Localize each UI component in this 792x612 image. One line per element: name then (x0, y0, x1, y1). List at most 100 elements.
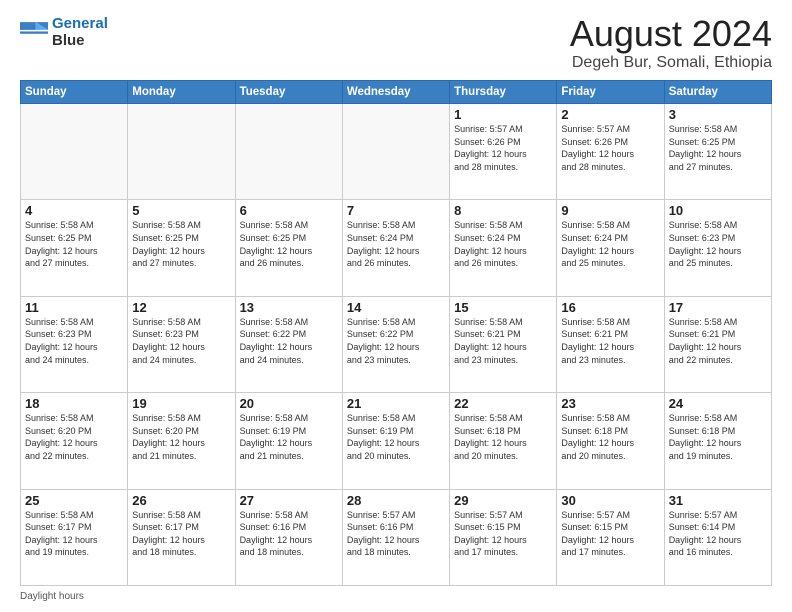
calendar-cell: 5Sunrise: 5:58 AM Sunset: 6:25 PM Daylig… (128, 200, 235, 296)
day-info: Sunrise: 5:58 AM Sunset: 6:22 PM Dayligh… (347, 316, 445, 366)
day-info: Sunrise: 5:58 AM Sunset: 6:18 PM Dayligh… (454, 412, 552, 462)
calendar-cell: 20Sunrise: 5:58 AM Sunset: 6:19 PM Dayli… (235, 393, 342, 489)
day-number: 25 (25, 493, 123, 508)
calendar-cell: 27Sunrise: 5:58 AM Sunset: 6:16 PM Dayli… (235, 489, 342, 585)
week-row-2: 4Sunrise: 5:58 AM Sunset: 6:25 PM Daylig… (21, 200, 772, 296)
day-number: 16 (561, 300, 659, 315)
day-number: 1 (454, 107, 552, 122)
day-info: Sunrise: 5:58 AM Sunset: 6:22 PM Dayligh… (240, 316, 338, 366)
day-info: Sunrise: 5:57 AM Sunset: 6:26 PM Dayligh… (454, 123, 552, 173)
footer-label: Daylight hours (20, 591, 84, 602)
calendar-cell: 30Sunrise: 5:57 AM Sunset: 6:15 PM Dayli… (557, 489, 664, 585)
calendar-cell: 16Sunrise: 5:58 AM Sunset: 6:21 PM Dayli… (557, 296, 664, 392)
weekday-header-thursday: Thursday (450, 81, 557, 104)
day-info: Sunrise: 5:58 AM Sunset: 6:18 PM Dayligh… (561, 412, 659, 462)
day-number: 9 (561, 203, 659, 218)
logo: General Blue (20, 16, 108, 49)
calendar-cell: 12Sunrise: 5:58 AM Sunset: 6:23 PM Dayli… (128, 296, 235, 392)
week-row-4: 18 Sunrise: 5:58 AM Sunset: 6:20 PM Dayli… (21, 393, 772, 489)
calendar-cell: 1Sunrise: 5:57 AM Sunset: 6:26 PM Daylig… (450, 104, 557, 200)
day-info: Sunrise: 5:58 AM Sunset: 6:17 PM Dayligh… (132, 509, 230, 559)
week-row-3: 11Sunrise: 5:58 AM Sunset: 6:23 PM Dayli… (21, 296, 772, 392)
weekday-header-saturday: Saturday (664, 81, 771, 104)
day-number: 3 (669, 107, 767, 122)
day-number: 5 (132, 203, 230, 218)
calendar-cell: 18Sunrise: 5:58 AM Sunset: 6:20 PM Dayli… (21, 393, 128, 489)
day-info: Sunrise: 5:58 AM Sunset: 6:25 PM Dayligh… (25, 219, 123, 269)
day-number: 24 (669, 396, 767, 411)
calendar-cell: 10Sunrise: 5:58 AM Sunset: 6:23 PM Dayli… (664, 200, 771, 296)
calendar-cell: 29Sunrise: 5:57 AM Sunset: 6:15 PM Dayli… (450, 489, 557, 585)
weekday-header-tuesday: Tuesday (235, 81, 342, 104)
day-number: 26 (132, 493, 230, 508)
day-info: Sunrise: 5:58 AM Sunset: 6:24 PM Dayligh… (454, 219, 552, 269)
day-info: Sunrise: 5:58 AM Sunset: 6:21 PM Dayligh… (669, 316, 767, 366)
weekday-header-sunday: Sunday (21, 81, 128, 104)
calendar-cell: 31Sunrise: 5:57 AM Sunset: 6:14 PM Dayli… (664, 489, 771, 585)
day-number: 31 (669, 493, 767, 508)
day-number: 13 (240, 300, 338, 315)
day-info: Sunrise: 5:58 AM Sunset: 6:20 PM Dayligh… (132, 412, 230, 462)
day-info: Sunrise: 5:58 AM Sunset: 6:23 PM Dayligh… (25, 316, 123, 366)
calendar-cell: 7Sunrise: 5:58 AM Sunset: 6:24 PM Daylig… (342, 200, 449, 296)
calendar-cell: 24Sunrise: 5:58 AM Sunset: 6:18 PM Dayli… (664, 393, 771, 489)
day-number: 7 (347, 203, 445, 218)
day-info: Sunrise: 5:58 AM Sunset: 6:24 PM Dayligh… (347, 219, 445, 269)
day-number: 4 (25, 203, 123, 218)
day-number: 30 (561, 493, 659, 508)
day-info: Sunrise: 5:58 AM Sunset: 6:23 PM Dayligh… (132, 316, 230, 366)
calendar-cell: 11Sunrise: 5:58 AM Sunset: 6:23 PM Dayli… (21, 296, 128, 392)
calendar-cell: 17Sunrise: 5:58 AM Sunset: 6:21 PM Dayli… (664, 296, 771, 392)
calendar-cell: 28Sunrise: 5:57 AM Sunset: 6:16 PM Dayli… (342, 489, 449, 585)
week-row-5: 25Sunrise: 5:58 AM Sunset: 6:17 PM Dayli… (21, 489, 772, 585)
day-info: Sunrise: 5:58 AM Sunset: 6:18 PM Dayligh… (669, 412, 767, 462)
day-number: 14 (347, 300, 445, 315)
calendar-cell: 9Sunrise: 5:58 AM Sunset: 6:24 PM Daylig… (557, 200, 664, 296)
day-number: 18 (25, 396, 123, 411)
calendar-cell: 4Sunrise: 5:58 AM Sunset: 6:25 PM Daylig… (21, 200, 128, 296)
calendar-cell: 25Sunrise: 5:58 AM Sunset: 6:17 PM Dayli… (21, 489, 128, 585)
calendar-cell: 2Sunrise: 5:57 AM Sunset: 6:26 PM Daylig… (557, 104, 664, 200)
calendar-cell: 14Sunrise: 5:58 AM Sunset: 6:22 PM Dayli… (342, 296, 449, 392)
calendar-cell: 23Sunrise: 5:58 AM Sunset: 6:18 PM Dayli… (557, 393, 664, 489)
calendar-cell: 19Sunrise: 5:58 AM Sunset: 6:20 PM Dayli… (128, 393, 235, 489)
calendar-cell: 6Sunrise: 5:58 AM Sunset: 6:25 PM Daylig… (235, 200, 342, 296)
day-number: 11 (25, 300, 123, 315)
calendar-cell: 8Sunrise: 5:58 AM Sunset: 6:24 PM Daylig… (450, 200, 557, 296)
day-info: Sunrise: 5:58 AM Sunset: 6:25 PM Dayligh… (669, 123, 767, 173)
calendar-cell: 22Sunrise: 5:58 AM Sunset: 6:18 PM Dayli… (450, 393, 557, 489)
day-number: 8 (454, 203, 552, 218)
top-section: General Blue August 2024 Degeh Bur, Soma… (20, 16, 772, 72)
weekday-header-row: SundayMondayTuesdayWednesdayThursdayFrid… (21, 81, 772, 104)
day-number: 23 (561, 396, 659, 411)
calendar-cell (21, 104, 128, 200)
weekday-header-wednesday: Wednesday (342, 81, 449, 104)
calendar-cell (128, 104, 235, 200)
day-number: 22 (454, 396, 552, 411)
day-number: 28 (347, 493, 445, 508)
calendar-cell: 21Sunrise: 5:58 AM Sunset: 6:19 PM Dayli… (342, 393, 449, 489)
header-right: August 2024 Degeh Bur, Somali, Ethiopia (570, 16, 772, 72)
week-row-1: 1Sunrise: 5:57 AM Sunset: 6:26 PM Daylig… (21, 104, 772, 200)
day-number: 20 (240, 396, 338, 411)
day-number: 29 (454, 493, 552, 508)
day-info: Sunrise: 5:57 AM Sunset: 6:15 PM Dayligh… (561, 509, 659, 559)
day-info: Sunrise: 5:57 AM Sunset: 6:15 PM Dayligh… (454, 509, 552, 559)
calendar-cell: 3Sunrise: 5:58 AM Sunset: 6:25 PM Daylig… (664, 104, 771, 200)
day-info: Sunrise: 5:58 AM Sunset: 6:21 PM Dayligh… (561, 316, 659, 366)
day-number: 12 (132, 300, 230, 315)
day-info: Sunrise: 5:58 AM Sunset: 6:16 PM Dayligh… (240, 509, 338, 559)
weekday-header-monday: Monday (128, 81, 235, 104)
day-info: Sunrise: 5:58 AM Sunset: 6:21 PM Dayligh… (454, 316, 552, 366)
day-info: Sunrise: 5:58 AM Sunset: 6:17 PM Dayligh… (25, 509, 123, 559)
day-number: 10 (669, 203, 767, 218)
day-number: 19 (132, 396, 230, 411)
day-info: Sunrise: 5:58 AM Sunset: 6:19 PM Dayligh… (347, 412, 445, 462)
day-info: Sunrise: 5:57 AM Sunset: 6:14 PM Dayligh… (669, 509, 767, 559)
page: General Blue August 2024 Degeh Bur, Soma… (0, 0, 792, 612)
calendar-cell: 26Sunrise: 5:58 AM Sunset: 6:17 PM Dayli… (128, 489, 235, 585)
weekday-header-friday: Friday (557, 81, 664, 104)
calendar-cell (235, 104, 342, 200)
day-number: 21 (347, 396, 445, 411)
day-number: 2 (561, 107, 659, 122)
